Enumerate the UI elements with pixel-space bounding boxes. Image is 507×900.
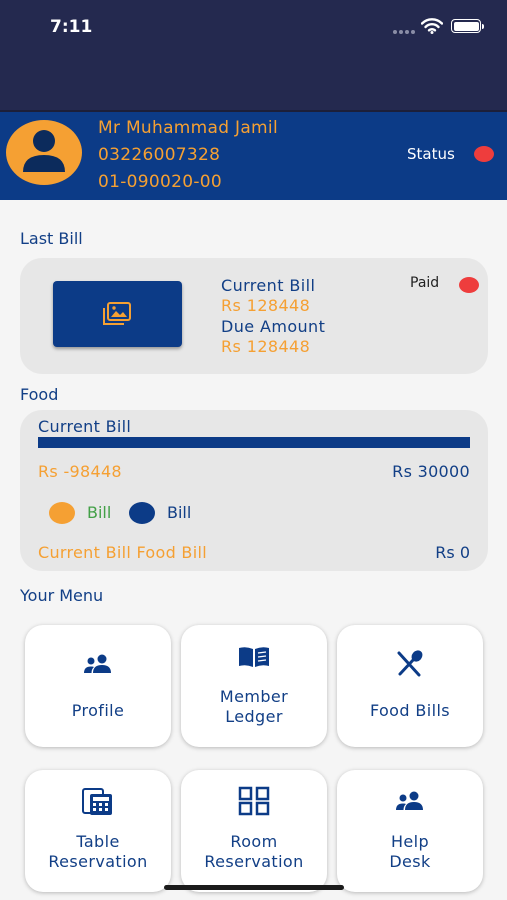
food-spent-value: Rs -98448 [38, 462, 122, 481]
fork-knife-icon [397, 650, 423, 677]
due-amount-value: Rs 128448 [221, 337, 311, 356]
member-phone: 03226007328 [98, 145, 221, 165]
menu-tile-label-text: Member Ledger [219, 687, 289, 726]
current-bill-label: Current Bill [221, 276, 316, 295]
last-bill-title: Last Bill [20, 229, 83, 248]
member-name: Mr Muhammad Jamil [98, 118, 278, 138]
menu-tile-label: Room Reservation [185, 832, 323, 872]
legend-label-bill-2: Bill [167, 503, 192, 522]
menu-tile-label-text: Help Desk [389, 832, 431, 871]
legend-dot-blue [129, 502, 155, 524]
legend-label-bill: Bill [87, 503, 112, 522]
calculator-icon [82, 788, 112, 815]
menu-tile-label: Food Bills [369, 701, 451, 720]
menu-tile-member-ledger[interactable]: Member Ledger [181, 625, 327, 747]
menu-tile-room-reservation[interactable]: Room Reservation [181, 770, 327, 892]
user-icon [23, 130, 65, 172]
people-icon [396, 791, 423, 810]
status-label: Status [407, 145, 455, 163]
food-current-bill-label: Current Bill [38, 417, 132, 436]
menu-tile-label: Table Reservation [29, 832, 167, 872]
food-card[interactable]: Current Bill Rs -98448 Rs 30000 Bill Bil… [20, 410, 488, 571]
book-icon [239, 647, 269, 667]
food-progress-fill [38, 437, 470, 448]
food-progress-bar [38, 437, 470, 448]
home-indicator[interactable] [164, 885, 344, 890]
menu-tile-label-text: Room Reservation [204, 832, 304, 871]
member-code: 01-090020-00 [98, 172, 223, 192]
menu-tile-label: Profile [71, 701, 125, 720]
food-title: Food [20, 385, 59, 404]
wifi-icon [421, 18, 443, 34]
bill-image[interactable] [53, 281, 182, 347]
clock: 7:11 [50, 17, 93, 37]
status-indicator [474, 146, 494, 162]
food-bill-value: Rs 0 [435, 543, 470, 562]
menu-tile-table-reservation[interactable]: Table Reservation [25, 770, 171, 892]
legend-dot-orange [49, 502, 75, 524]
current-bill-value: Rs 128448 [221, 296, 311, 315]
food-limit-value: Rs 30000 [392, 462, 470, 481]
battery-icon [451, 19, 484, 33]
due-amount-label: Due Amount [221, 317, 326, 336]
avatar[interactable] [6, 120, 82, 185]
people-icon [84, 654, 111, 673]
last-bill-card[interactable]: Current Bill Rs 128448 Due Amount Rs 128… [20, 258, 488, 374]
image-gallery-icon [103, 302, 131, 325]
menu-tile-label: Help Desk [341, 832, 479, 872]
payment-status-label: Paid [410, 275, 440, 291]
grid-icon [238, 786, 270, 816]
status-bar: 7:11 [0, 0, 507, 110]
menu-tile-food-bills[interactable]: Food Bills [337, 625, 483, 747]
food-bill-label: Current Bill Food Bill [38, 543, 207, 562]
menu-tile-profile[interactable]: Profile [25, 625, 171, 747]
menu-tile-label: Member Ledger [185, 687, 323, 727]
menu-tile-label-text: Table Reservation [48, 832, 148, 871]
menu-tile-help-desk[interactable]: Help Desk [337, 770, 483, 892]
payment-status-dot [459, 277, 479, 293]
member-header: Mr Muhammad Jamil 03226007328 01-090020-… [0, 110, 507, 200]
menu-title: Your Menu [20, 586, 104, 605]
signal-icon [393, 30, 415, 34]
